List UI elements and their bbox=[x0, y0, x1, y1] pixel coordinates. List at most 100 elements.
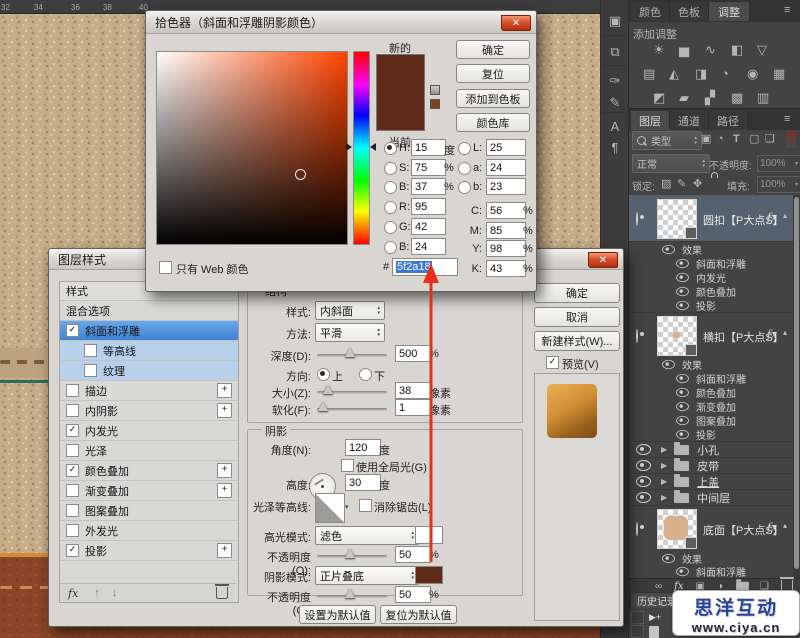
hue-saturation-icon[interactable]: ▤ bbox=[643, 67, 655, 80]
style-checkbox[interactable] bbox=[66, 524, 79, 537]
visibility-eye-icon[interactable] bbox=[636, 522, 638, 536]
effect-row[interactable]: 内发光 bbox=[629, 270, 793, 284]
plus-icon[interactable]: + bbox=[217, 483, 232, 498]
add-effect-icon[interactable]: fx bbox=[68, 587, 78, 600]
direction-up-radio[interactable] bbox=[317, 368, 330, 381]
expand-arrow-icon[interactable]: ▶ bbox=[661, 461, 667, 470]
web-safe-cube-icon[interactable] bbox=[430, 85, 440, 95]
angle-input[interactable]: 120 bbox=[345, 439, 381, 456]
style-item-drop-shadow[interactable]: ✓ 投影 + bbox=[60, 541, 238, 561]
direction-down-radio[interactable] bbox=[359, 368, 372, 381]
layer-row-hengkou[interactable]: 横扣【P大点S】 fx ▴ bbox=[629, 313, 793, 357]
ok-button[interactable]: 确定 bbox=[534, 283, 620, 303]
effects-row[interactable]: 效果 bbox=[629, 551, 793, 565]
b-input[interactable]: 37 bbox=[411, 178, 446, 195]
effect-row[interactable]: 图案叠加 bbox=[629, 413, 793, 427]
filter-shape-layers-icon[interactable]: ▢ bbox=[749, 133, 759, 146]
depth-slider-handle[interactable] bbox=[345, 348, 355, 357]
style-checkbox[interactable] bbox=[84, 364, 97, 377]
reset-default-button[interactable]: 复位为默认值 bbox=[380, 605, 457, 624]
antialias-checkbox[interactable] bbox=[359, 499, 372, 512]
channel-mixer-icon[interactable]: ◉ bbox=[747, 67, 758, 80]
soften-input[interactable]: 1 bbox=[395, 399, 431, 416]
b2-radio[interactable] bbox=[384, 241, 397, 254]
visibility-eye-icon[interactable] bbox=[636, 212, 638, 226]
hue-handle-left[interactable] bbox=[346, 143, 352, 151]
style-checkbox[interactable] bbox=[84, 344, 97, 357]
visibility-eye-icon[interactable] bbox=[676, 272, 689, 281]
style-checkbox[interactable] bbox=[66, 504, 79, 517]
scrollbar-thumb[interactable] bbox=[794, 197, 799, 569]
tab-layers[interactable]: 图层 bbox=[631, 111, 670, 130]
effects-row[interactable]: 效果 bbox=[629, 357, 793, 371]
move-effect-down-icon[interactable]: ↓ bbox=[112, 587, 118, 599]
c-input[interactable]: 56 bbox=[486, 202, 526, 219]
style-checkbox[interactable]: ✓ bbox=[66, 464, 79, 477]
effect-row[interactable]: 斜面和浮雕 bbox=[629, 256, 793, 270]
a-input[interactable]: 24 bbox=[486, 159, 526, 176]
style-checkbox[interactable]: ✓ bbox=[66, 544, 79, 557]
set-default-button[interactable]: 设置为默认值 bbox=[299, 605, 376, 624]
visibility-eye-icon[interactable] bbox=[676, 300, 689, 309]
filter-pixel-layers-icon[interactable]: ▣ bbox=[701, 133, 711, 146]
plus-icon[interactable]: + bbox=[217, 463, 232, 478]
group-name[interactable]: 小孔 bbox=[697, 442, 719, 458]
posterize-icon[interactable]: ▰ bbox=[679, 91, 689, 104]
layer-row-yuankou[interactable]: 圆扣【P大点S】 fx ▴ bbox=[629, 195, 793, 242]
expand-arrow-icon[interactable]: ▶ bbox=[661, 493, 667, 502]
style-item-color-overlay[interactable]: ✓ 颜色叠加 + bbox=[60, 461, 238, 481]
visibility-eye-icon[interactable] bbox=[676, 286, 689, 295]
l-input[interactable]: 25 bbox=[486, 139, 526, 156]
style-item-outer-glow[interactable]: 外发光 bbox=[60, 521, 238, 541]
visibility-eye-icon[interactable] bbox=[636, 492, 651, 503]
new-style-button[interactable]: 新建样式(W)... bbox=[534, 331, 620, 351]
hue-slider[interactable] bbox=[353, 51, 370, 245]
effect-row[interactable]: 颜色叠加 bbox=[629, 385, 793, 399]
b2-input[interactable]: 24 bbox=[411, 238, 446, 255]
reset-button[interactable]: 复位 bbox=[456, 64, 530, 83]
move-effect-up-icon[interactable]: ↑ bbox=[94, 587, 100, 599]
g-input[interactable]: 42 bbox=[411, 218, 446, 235]
group-name[interactable]: 上盖 bbox=[697, 474, 719, 490]
styles-panel-icon[interactable]: ⧉ bbox=[605, 41, 625, 61]
layer-filter-type-dropdown[interactable]: 类型 ▴▾ bbox=[632, 131, 702, 150]
web-safe-swatch[interactable] bbox=[430, 99, 440, 109]
visibility-eye-icon[interactable] bbox=[662, 553, 675, 562]
style-item-contour[interactable]: 等高线 bbox=[60, 341, 238, 361]
character-panel-icon[interactable]: A bbox=[605, 116, 625, 136]
visibility-eye-icon[interactable] bbox=[676, 429, 689, 438]
depth-input[interactable]: 500 bbox=[395, 345, 431, 362]
highlight-opacity-input[interactable]: 50 bbox=[395, 546, 431, 563]
h-input[interactable]: 15 bbox=[411, 139, 446, 156]
effects-row[interactable]: 效果 bbox=[629, 242, 793, 256]
clone-source-panel-icon[interactable]: ▣ bbox=[605, 10, 625, 30]
color-balance-icon[interactable]: ◭ bbox=[669, 67, 679, 80]
style-checkbox[interactable]: ✓ bbox=[66, 424, 79, 437]
group-row-shanggai[interactable]: ▶ 上盖 bbox=[629, 474, 793, 490]
group-name[interactable]: 皮带 bbox=[697, 458, 719, 474]
shadow-color-swatch[interactable] bbox=[415, 566, 443, 584]
brush-presets-panel-icon[interactable]: ✎ bbox=[605, 92, 625, 112]
photo-filter-icon[interactable]: ◔ bbox=[721, 67, 729, 80]
group-row-xiaokong[interactable]: ▶ 小孔 bbox=[629, 442, 793, 458]
m-input[interactable]: 85 bbox=[486, 222, 526, 239]
style-checkbox[interactable] bbox=[66, 404, 79, 417]
shadow-mode-dropdown[interactable]: 正片叠底 ▴▾ bbox=[315, 566, 419, 585]
technique-dropdown[interactable]: 平滑 ▴▾ bbox=[315, 323, 385, 342]
visibility-eye-icon[interactable] bbox=[636, 329, 638, 343]
cancel-button[interactable]: 取消 bbox=[534, 307, 620, 327]
curves-icon[interactable]: ∿ bbox=[705, 43, 716, 56]
style-item-stroke[interactable]: 描边 + bbox=[60, 381, 238, 401]
k-input[interactable]: 43 bbox=[486, 260, 526, 277]
visibility-eye-icon[interactable] bbox=[676, 373, 689, 382]
visibility-eye-icon[interactable] bbox=[676, 387, 689, 396]
levels-icon[interactable]: ▅ bbox=[679, 43, 689, 56]
style-item-satin[interactable]: 光泽 bbox=[60, 441, 238, 461]
lock-position-icon[interactable]: ✥ bbox=[693, 178, 702, 191]
effect-row[interactable]: 颜色叠加 bbox=[629, 284, 793, 298]
lock-transparent-pixels-icon[interactable]: ▨ bbox=[661, 178, 671, 191]
use-global-light-checkbox[interactable] bbox=[341, 459, 354, 472]
opacity-value-box[interactable]: 100% ▾ bbox=[757, 155, 800, 172]
visibility-eye-icon[interactable] bbox=[636, 460, 651, 471]
r-input[interactable]: 95 bbox=[411, 198, 446, 215]
